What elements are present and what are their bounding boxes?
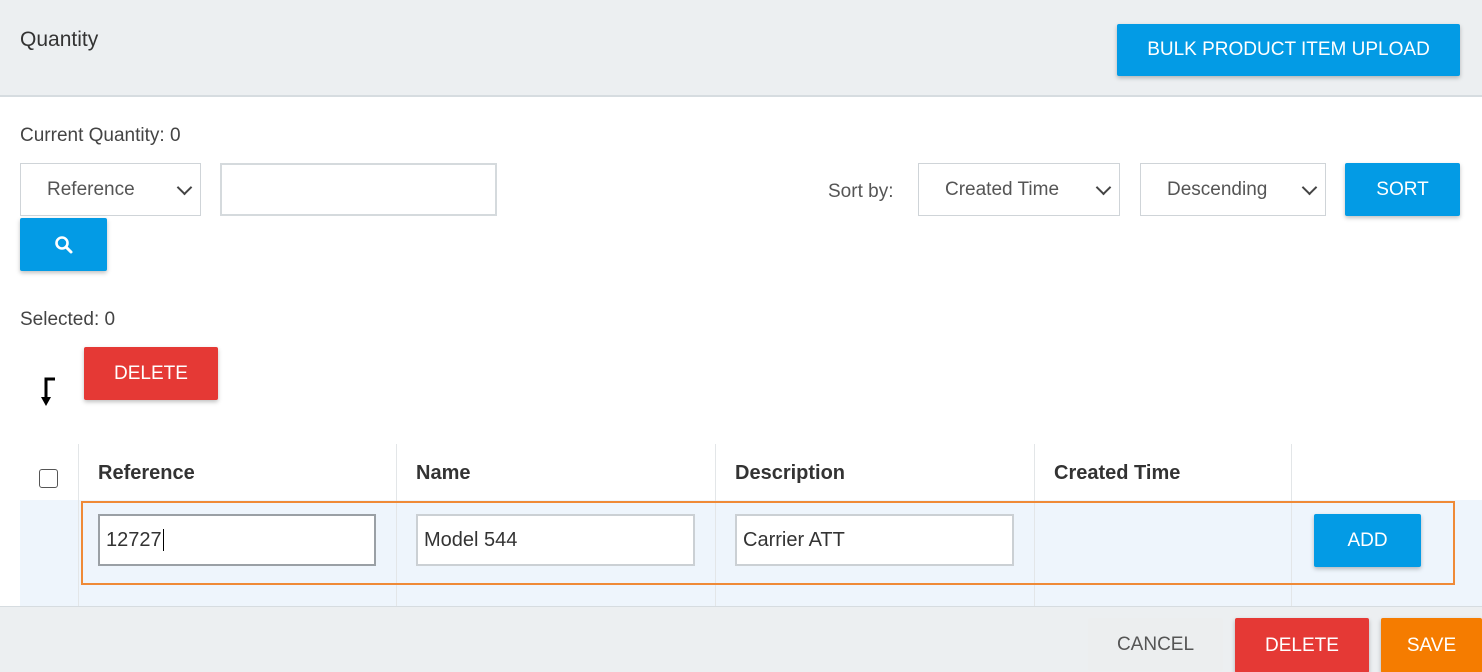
delete-selected-button[interactable]: DELETE [84, 347, 218, 400]
column-header-name[interactable]: Name [416, 462, 470, 485]
search-button[interactable] [20, 218, 107, 271]
delete-button[interactable]: DELETE [1235, 618, 1369, 672]
sort-field-select[interactable]: Created Time [918, 163, 1120, 216]
selected-count-text: Selected: 0 [20, 309, 116, 330]
search-field-select[interactable]: Reference [20, 163, 201, 216]
search-field-value: Reference [47, 178, 135, 200]
bulk-upload-button[interactable]: BULK PRODUCT ITEM UPLOAD [1117, 24, 1460, 76]
sort-button-label: SORT [1376, 178, 1429, 200]
items-table: Reference Name Description Created Time … [20, 444, 1482, 606]
save-label: SAVE [1406, 634, 1457, 656]
column-header-reference[interactable]: Reference [98, 462, 195, 485]
sort-by-label: Sort by: [828, 181, 894, 202]
cancel-label: CANCEL [1116, 633, 1195, 655]
chevron-down-icon [1095, 179, 1112, 195]
dialog-footer: CANCEL DELETE SAVE [0, 606, 1482, 672]
column-header-description[interactable]: Description [735, 462, 845, 485]
dialog-header: Quantity BULK PRODUCT ITEM UPLOAD [0, 0, 1482, 97]
sort-order-value: Descending [1167, 178, 1268, 200]
search-icon [54, 235, 72, 253]
column-divider [78, 444, 79, 606]
select-all-checkbox[interactable] [39, 469, 58, 488]
chevron-down-icon [1301, 179, 1318, 195]
sort-order-select[interactable]: Descending [1140, 163, 1326, 216]
new-row-highlight [81, 501, 1455, 585]
sort-field-value: Created Time [945, 178, 1060, 200]
table-header-row: Reference Name Description Created Time [20, 444, 1482, 500]
sort-arrow-down-icon[interactable] [40, 377, 60, 407]
dialog-title: Quantity [20, 28, 99, 51]
delete-selected-label: DELETE [114, 362, 188, 384]
save-button[interactable]: SAVE [1381, 618, 1482, 672]
column-header-created-time[interactable]: Created Time [1054, 462, 1180, 485]
chevron-down-icon [176, 179, 193, 195]
bulk-upload-label: BULK PRODUCT ITEM UPLOAD [1147, 39, 1430, 60]
delete-label: DELETE [1265, 634, 1339, 656]
search-input[interactable] [220, 163, 497, 216]
sort-button[interactable]: SORT [1345, 163, 1460, 216]
cancel-button[interactable]: CANCEL [1088, 618, 1223, 671]
current-quantity-text: Current Quantity: 0 [20, 125, 181, 146]
